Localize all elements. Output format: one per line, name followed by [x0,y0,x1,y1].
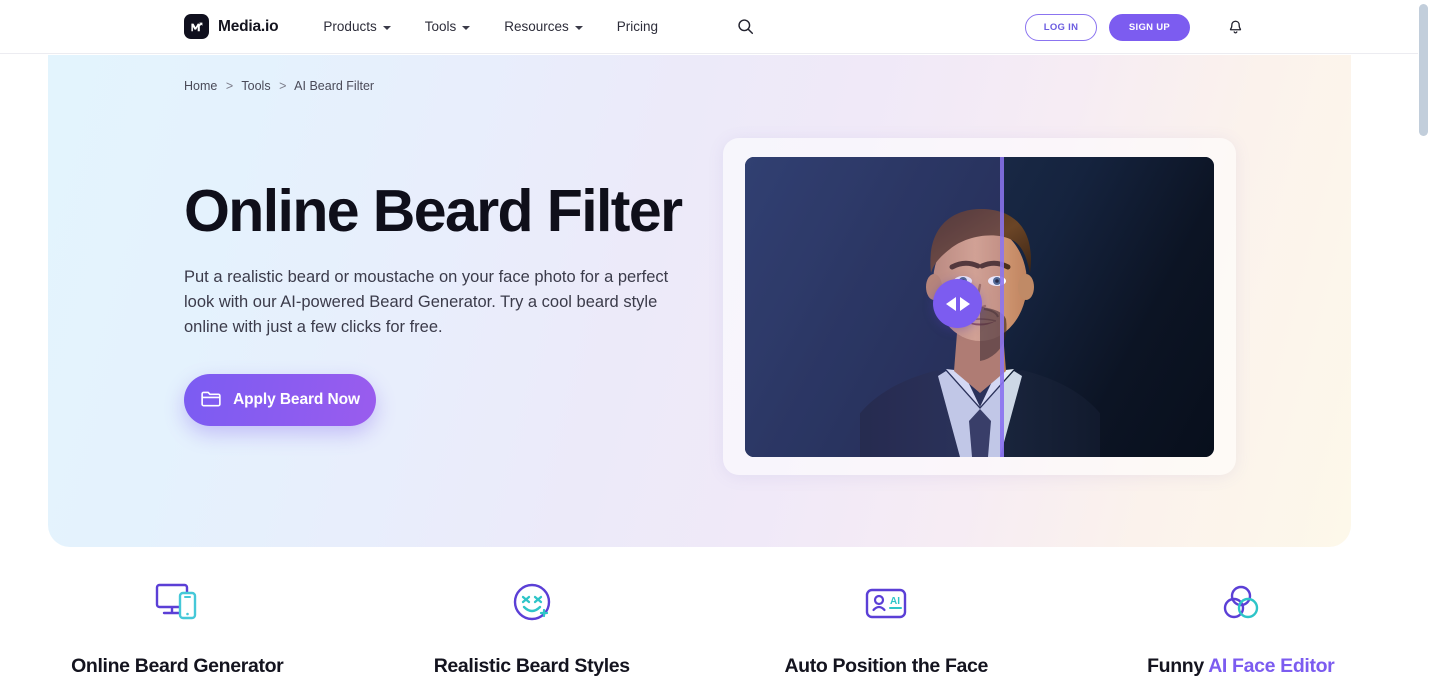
chevron-down-icon [574,25,583,30]
feature-funny-ai-face-editor: Funny AI Face Editor [1064,580,1419,678]
search-icon [737,19,753,35]
feature-label: Online Beard Generator [71,655,284,678]
hero-copy: Online Beard Filter Put a realistic bear… [184,180,744,426]
feature-label-text: Online Beard Generator [71,655,284,677]
feature-label-text: Realistic Beard Styles [433,655,630,677]
search-button[interactable] [734,16,756,38]
site-header: Media.io Products Tools Resources Pricin… [0,0,1418,54]
notifications-button[interactable] [1224,16,1246,38]
apply-beard-now-label: Apply Beard Now [233,390,360,408]
nav-label: Products [323,19,377,34]
nav-item-tools[interactable]: Tools [425,19,471,34]
id-card-ai-icon: AI [864,580,908,626]
feature-label: Funny AI Face Editor [1147,655,1335,678]
arrow-left-icon [945,296,956,311]
nav-item-pricing[interactable]: Pricing [617,19,658,34]
hero-section: Home > Tools > AI Beard Filter Online Be… [48,55,1351,547]
feature-realistic-beard-styles: Realistic Beard Styles [355,580,710,678]
arrow-right-icon [959,296,970,311]
scrollbar-thumb[interactable] [1419,4,1428,136]
feature-online-beard-generator: Online Beard Generator [0,580,355,678]
main-nav: Products Tools Resources Pricing [323,16,756,38]
nav-label: Resources [504,19,569,34]
feature-auto-position-the-face: AI Auto Position the Face [709,580,1064,678]
monitor-phone-icon [154,580,200,626]
breadcrumb-separator: > [279,79,287,93]
bell-icon [1229,20,1241,33]
folder-open-icon [200,389,222,411]
feature-label: Realistic Beard Styles [434,655,630,678]
breadcrumb: Home > Tools > AI Beard Filter [184,79,374,93]
ai-face-editor-link[interactable]: AI Face Editor [1208,655,1335,677]
breadcrumb-item-tools[interactable]: Tools [241,79,270,93]
nav-item-products[interactable]: Products [323,19,391,34]
logo[interactable]: Media.io [184,14,279,39]
page-scrollbar[interactable] [1417,0,1430,684]
signup-button[interactable]: SIGN UP [1109,13,1190,41]
breadcrumb-separator: > [225,79,234,93]
venn-circles-icon [1220,580,1262,626]
feature-list: Online Beard Generator Realistic Beard S… [0,580,1418,678]
hero-description: Put a realistic beard or moustache on yo… [184,267,669,336]
chevron-down-icon [462,25,471,30]
page-root: Media.io Products Tools Resources Pricin… [0,0,1430,684]
chevron-down-icon [382,25,391,30]
login-button[interactable]: LOG IN [1025,13,1097,41]
feature-label-text: Auto Position the Face [784,655,989,677]
feature-label: Auto Position the Face [784,655,988,678]
header-actions: LOG IN SIGN UP [1025,0,1246,54]
svg-text:AI: AI [890,596,900,607]
breadcrumb-item-current: AI Beard Filter [294,79,375,93]
mediaio-logo-icon [184,14,209,39]
page-title: Online Beard Filter [184,178,683,244]
comparison-divider [1000,157,1004,457]
apply-beard-now-button[interactable]: Apply Beard Now [184,373,376,426]
nav-item-resources[interactable]: Resources [504,19,583,34]
logo-text: Media.io [218,17,279,35]
feature-label-text: Funny [1147,655,1209,677]
breadcrumb-item-home[interactable]: Home [184,79,217,93]
smiley-face-icon [511,580,553,626]
nav-label: Pricing [616,19,659,34]
nav-label: Tools [424,19,457,34]
comparison-slider-handle[interactable] [933,279,982,328]
